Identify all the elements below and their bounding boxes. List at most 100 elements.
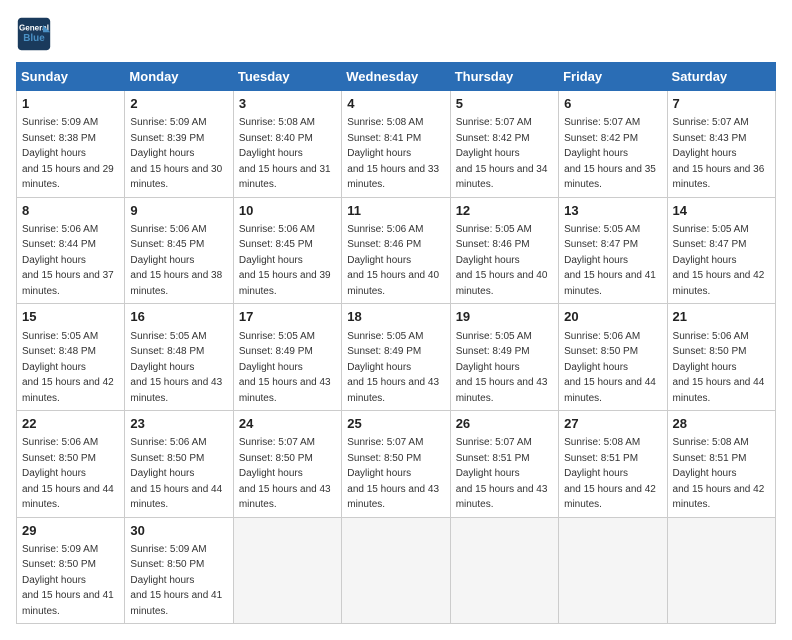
calendar-cell: 21Sunrise: 5:06 AMSunset: 8:50 PMDayligh…: [667, 304, 775, 411]
header-day-wednesday: Wednesday: [342, 63, 450, 91]
day-info: Sunrise: 5:05 AMSunset: 8:49 PMDaylight …: [239, 331, 331, 404]
day-info: Sunrise: 5:06 AMSunset: 8:50 PMDaylight …: [564, 331, 656, 404]
day-number: 3: [239, 95, 336, 113]
day-number: 30: [130, 522, 227, 540]
calendar-cell: 3 Sunrise: 5:08 AMSunset: 8:40 PMDaylight…: [233, 91, 341, 198]
calendar-cell: 9 Sunrise: 5:06 AMSunset: 8:45 PMDaylight…: [125, 197, 233, 304]
calendar-header-row: SundayMondayTuesdayWednesdayThursdayFrid…: [17, 63, 776, 91]
calendar-cell: 25 Sunrise: 5:07 AMSunset: 8:50 PMDayligh…: [342, 411, 450, 518]
day-info: Sunrise: 5:05 AMSunset: 8:47 PMDaylight …: [673, 224, 765, 297]
day-number: 2: [130, 95, 227, 113]
day-info: Sunrise: 5:07 AMSunset: 8:50 PMDaylight …: [347, 437, 439, 510]
day-info: Sunrise: 5:09 AMSunset: 8:50 PMDaylight …: [22, 544, 114, 617]
calendar-cell: 1 Sunrise: 5:09 AMSunset: 8:38 PMDaylight…: [17, 91, 125, 198]
day-number: 29: [22, 522, 119, 540]
calendar-cell: 15 Sunrise: 5:05 AMSunset: 8:48 PMDayligh…: [17, 304, 125, 411]
day-info: Sunrise: 5:09 AMSunset: 8:39 PMDaylight …: [130, 117, 222, 190]
calendar-cell: [450, 517, 558, 624]
logo-icon: General Blue: [16, 16, 52, 52]
day-info: Sunrise: 5:05 AMSunset: 8:48 PMDaylight …: [130, 331, 222, 404]
calendar-cell: 30 Sunrise: 5:09 AMSunset: 8:50 PMDayligh…: [125, 517, 233, 624]
header-day-saturday: Saturday: [667, 63, 775, 91]
day-info: Sunrise: 5:08 AMSunset: 8:40 PMDaylight …: [239, 117, 331, 190]
calendar-cell: 8Sunrise: 5:06 AMSunset: 8:44 PMDaylight…: [17, 197, 125, 304]
header-day-sunday: Sunday: [17, 63, 125, 91]
day-number: 1: [22, 95, 119, 113]
day-number: 5: [456, 95, 553, 113]
day-number: 11: [347, 202, 444, 220]
calendar-week-5: 29 Sunrise: 5:09 AMSunset: 8:50 PMDayligh…: [17, 517, 776, 624]
calendar-cell: 19 Sunrise: 5:05 AMSunset: 8:49 PMDayligh…: [450, 304, 558, 411]
calendar-cell: 29 Sunrise: 5:09 AMSunset: 8:50 PMDayligh…: [17, 517, 125, 624]
calendar-cell: 11 Sunrise: 5:06 AMSunset: 8:46 PMDayligh…: [342, 197, 450, 304]
day-info: Sunrise: 5:06 AMSunset: 8:44 PMDaylight …: [22, 224, 114, 297]
day-number: 18: [347, 308, 444, 326]
day-info: Sunrise: 5:05 AMSunset: 8:49 PMDaylight …: [347, 331, 439, 404]
calendar-week-1: 1 Sunrise: 5:09 AMSunset: 8:38 PMDaylight…: [17, 91, 776, 198]
calendar-cell: 7 Sunrise: 5:07 AMSunset: 8:43 PMDaylight…: [667, 91, 775, 198]
day-number: 15: [22, 308, 119, 326]
day-number: 19: [456, 308, 553, 326]
day-info: Sunrise: 5:06 AMSunset: 8:46 PMDaylight …: [347, 224, 439, 297]
day-info: Sunrise: 5:07 AMSunset: 8:50 PMDaylight …: [239, 437, 331, 510]
calendar-cell: 5Sunrise: 5:07 AMSunset: 8:42 PMDaylight…: [450, 91, 558, 198]
logo: General Blue: [16, 16, 56, 52]
calendar-cell: 4 Sunrise: 5:08 AMSunset: 8:41 PMDaylight…: [342, 91, 450, 198]
calendar-cell: [559, 517, 667, 624]
day-number: 26: [456, 415, 553, 433]
calendar-cell: 6 Sunrise: 5:07 AMSunset: 8:42 PMDaylight…: [559, 91, 667, 198]
header-day-monday: Monday: [125, 63, 233, 91]
day-info: Sunrise: 5:07 AMSunset: 8:51 PMDaylight …: [456, 437, 548, 510]
day-info: Sunrise: 5:07 AMSunset: 8:43 PMDaylight …: [673, 117, 765, 190]
calendar-cell: 22Sunrise: 5:06 AMSunset: 8:50 PMDayligh…: [17, 411, 125, 518]
day-number: 25: [347, 415, 444, 433]
calendar-cell: 12 Sunrise: 5:05 AMSunset: 8:46 PMDayligh…: [450, 197, 558, 304]
day-number: 28: [673, 415, 770, 433]
day-number: 24: [239, 415, 336, 433]
calendar-cell: 28 Sunrise: 5:08 AMSunset: 8:51 PMDayligh…: [667, 411, 775, 518]
day-info: Sunrise: 5:09 AMSunset: 8:38 PMDaylight …: [22, 117, 114, 190]
day-number: 14: [673, 202, 770, 220]
day-info: Sunrise: 5:07 AMSunset: 8:42 PMDaylight …: [564, 117, 656, 190]
day-number: 16: [130, 308, 227, 326]
day-info: Sunrise: 5:08 AMSunset: 8:51 PMDaylight …: [564, 437, 656, 510]
calendar-table: SundayMondayTuesdayWednesdayThursdayFrid…: [16, 62, 776, 624]
calendar-cell: [233, 517, 341, 624]
day-number: 13: [564, 202, 661, 220]
calendar-cell: 20 Sunrise: 5:06 AMSunset: 8:50 PMDayligh…: [559, 304, 667, 411]
calendar-cell: 16 Sunrise: 5:05 AMSunset: 8:48 PMDayligh…: [125, 304, 233, 411]
day-number: 17: [239, 308, 336, 326]
header-day-tuesday: Tuesday: [233, 63, 341, 91]
header-day-friday: Friday: [559, 63, 667, 91]
day-number: 4: [347, 95, 444, 113]
day-info: Sunrise: 5:05 AMSunset: 8:48 PMDaylight …: [22, 331, 114, 404]
header-day-thursday: Thursday: [450, 63, 558, 91]
day-info: Sunrise: 5:05 AMSunset: 8:49 PMDaylight …: [456, 331, 548, 404]
svg-text:Blue: Blue: [23, 33, 45, 44]
header: General Blue: [16, 16, 776, 52]
day-info: Sunrise: 5:09 AMSunset: 8:50 PMDaylight …: [130, 544, 222, 617]
day-number: 12: [456, 202, 553, 220]
day-info: Sunrise: 5:05 AMSunset: 8:47 PMDaylight …: [564, 224, 656, 297]
calendar-cell: 10Sunrise: 5:06 AMSunset: 8:45 PMDayligh…: [233, 197, 341, 304]
day-number: 9: [130, 202, 227, 220]
day-info: Sunrise: 5:08 AMSunset: 8:41 PMDaylight …: [347, 117, 439, 190]
day-info: Sunrise: 5:05 AMSunset: 8:46 PMDaylight …: [456, 224, 548, 297]
calendar-cell: 26 Sunrise: 5:07 AMSunset: 8:51 PMDayligh…: [450, 411, 558, 518]
calendar-week-3: 15 Sunrise: 5:05 AMSunset: 8:48 PMDayligh…: [17, 304, 776, 411]
calendar-week-2: 8Sunrise: 5:06 AMSunset: 8:44 PMDaylight…: [17, 197, 776, 304]
day-number: 27: [564, 415, 661, 433]
calendar-cell: 2 Sunrise: 5:09 AMSunset: 8:39 PMDaylight…: [125, 91, 233, 198]
day-info: Sunrise: 5:06 AMSunset: 8:45 PMDaylight …: [130, 224, 222, 297]
calendar-cell: 23Sunrise: 5:06 AMSunset: 8:50 PMDayligh…: [125, 411, 233, 518]
day-number: 22: [22, 415, 119, 433]
day-number: 6: [564, 95, 661, 113]
calendar-cell: 27 Sunrise: 5:08 AMSunset: 8:51 PMDayligh…: [559, 411, 667, 518]
day-info: Sunrise: 5:08 AMSunset: 8:51 PMDaylight …: [673, 437, 765, 510]
day-number: 23: [130, 415, 227, 433]
calendar-cell: 17 Sunrise: 5:05 AMSunset: 8:49 PMDayligh…: [233, 304, 341, 411]
day-number: 7: [673, 95, 770, 113]
day-info: Sunrise: 5:06 AMSunset: 8:45 PMDaylight …: [239, 224, 331, 297]
day-number: 20: [564, 308, 661, 326]
calendar-cell: 14 Sunrise: 5:05 AMSunset: 8:47 PMDayligh…: [667, 197, 775, 304]
